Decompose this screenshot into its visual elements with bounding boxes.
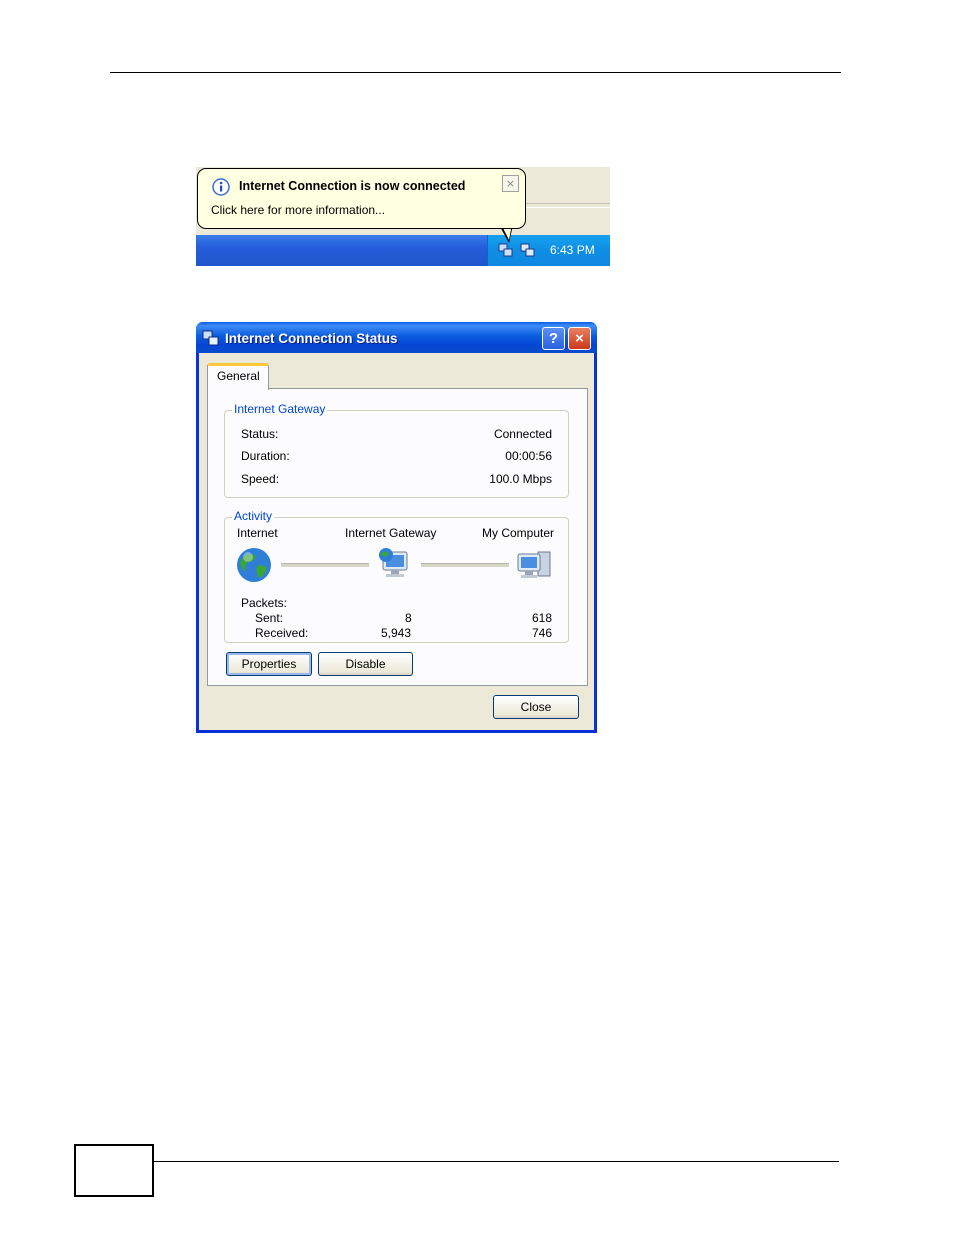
dialog-title: Internet Connection Status (225, 331, 398, 346)
help-button[interactable]: ? (542, 327, 565, 350)
my-computer-icon (517, 551, 551, 578)
node-label-gateway: Internet Gateway (345, 526, 437, 540)
connection-line (421, 563, 509, 567)
group-label-activity: Activity (232, 509, 275, 523)
duration-value: 00:00:56 (505, 449, 552, 463)
tray-clock[interactable]: 6:43 PM (550, 243, 595, 257)
activity-group: Activity Internet Internet Gateway My Co… (224, 509, 569, 643)
header-rule (110, 72, 841, 73)
sent-label: Sent: (255, 611, 284, 625)
dialog-titlebar[interactable]: Internet Connection Status ? × (196, 322, 597, 353)
balloon-link-text[interactable]: Click here for more information... (211, 203, 385, 217)
network-connection-icon[interactable] (520, 242, 536, 258)
status-value: Connected (493, 427, 552, 441)
status-label: Status: (241, 427, 279, 441)
connection-line (281, 563, 369, 567)
speed-value: 100.0 Mbps (489, 472, 552, 486)
close-window-button[interactable]: × (568, 327, 591, 350)
general-tab-panel: Internet Gateway Status: Connected Durat… (207, 388, 588, 686)
network-connection-icon[interactable] (498, 242, 514, 258)
duration-label: Duration: (241, 449, 290, 463)
window-edge (526, 203, 610, 204)
info-icon (212, 178, 230, 196)
tab-general-label: General (217, 369, 260, 383)
dialog-body: General Internet Gateway Status: Connect… (199, 353, 594, 730)
taskbar-screenshot: 6:43 PM Internet Connection is now conne… (196, 167, 610, 266)
footer-rule (152, 1161, 839, 1162)
balloon-close-button[interactable]: × (502, 175, 519, 192)
notification-balloon[interactable]: Internet Connection is now connected Cli… (197, 168, 526, 229)
node-label-internet: Internet (237, 526, 278, 540)
network-connection-icon (202, 330, 219, 346)
computer-sent-value: 618 (532, 611, 553, 625)
group-label-internet-gateway: Internet Gateway (232, 402, 328, 416)
globe-icon (237, 548, 271, 582)
properties-button[interactable]: Properties (226, 652, 312, 676)
gateway-computer-icon (379, 548, 408, 577)
balloon-title: Internet Connection is now connected (239, 179, 466, 193)
speed-label: Speed: (241, 472, 280, 486)
page-number-box (74, 1144, 154, 1197)
disable-button[interactable]: Disable (318, 652, 413, 676)
packets-label: Packets: (241, 596, 288, 610)
window-edge-highlight (526, 207, 610, 208)
tab-general[interactable]: General (207, 363, 269, 390)
received-label: Received: (255, 626, 309, 640)
close-button[interactable]: Close (493, 695, 579, 719)
gateway-sent-value: 8 (405, 611, 412, 625)
node-label-computer: My Computer (482, 526, 555, 540)
computer-received-value: 746 (532, 626, 553, 640)
connection-status-dialog: Internet Connection Status ? × General I… (196, 322, 597, 733)
gateway-received-value: 5,943 (381, 626, 412, 640)
internet-gateway-group: Internet Gateway Status: Connected Durat… (224, 402, 569, 498)
